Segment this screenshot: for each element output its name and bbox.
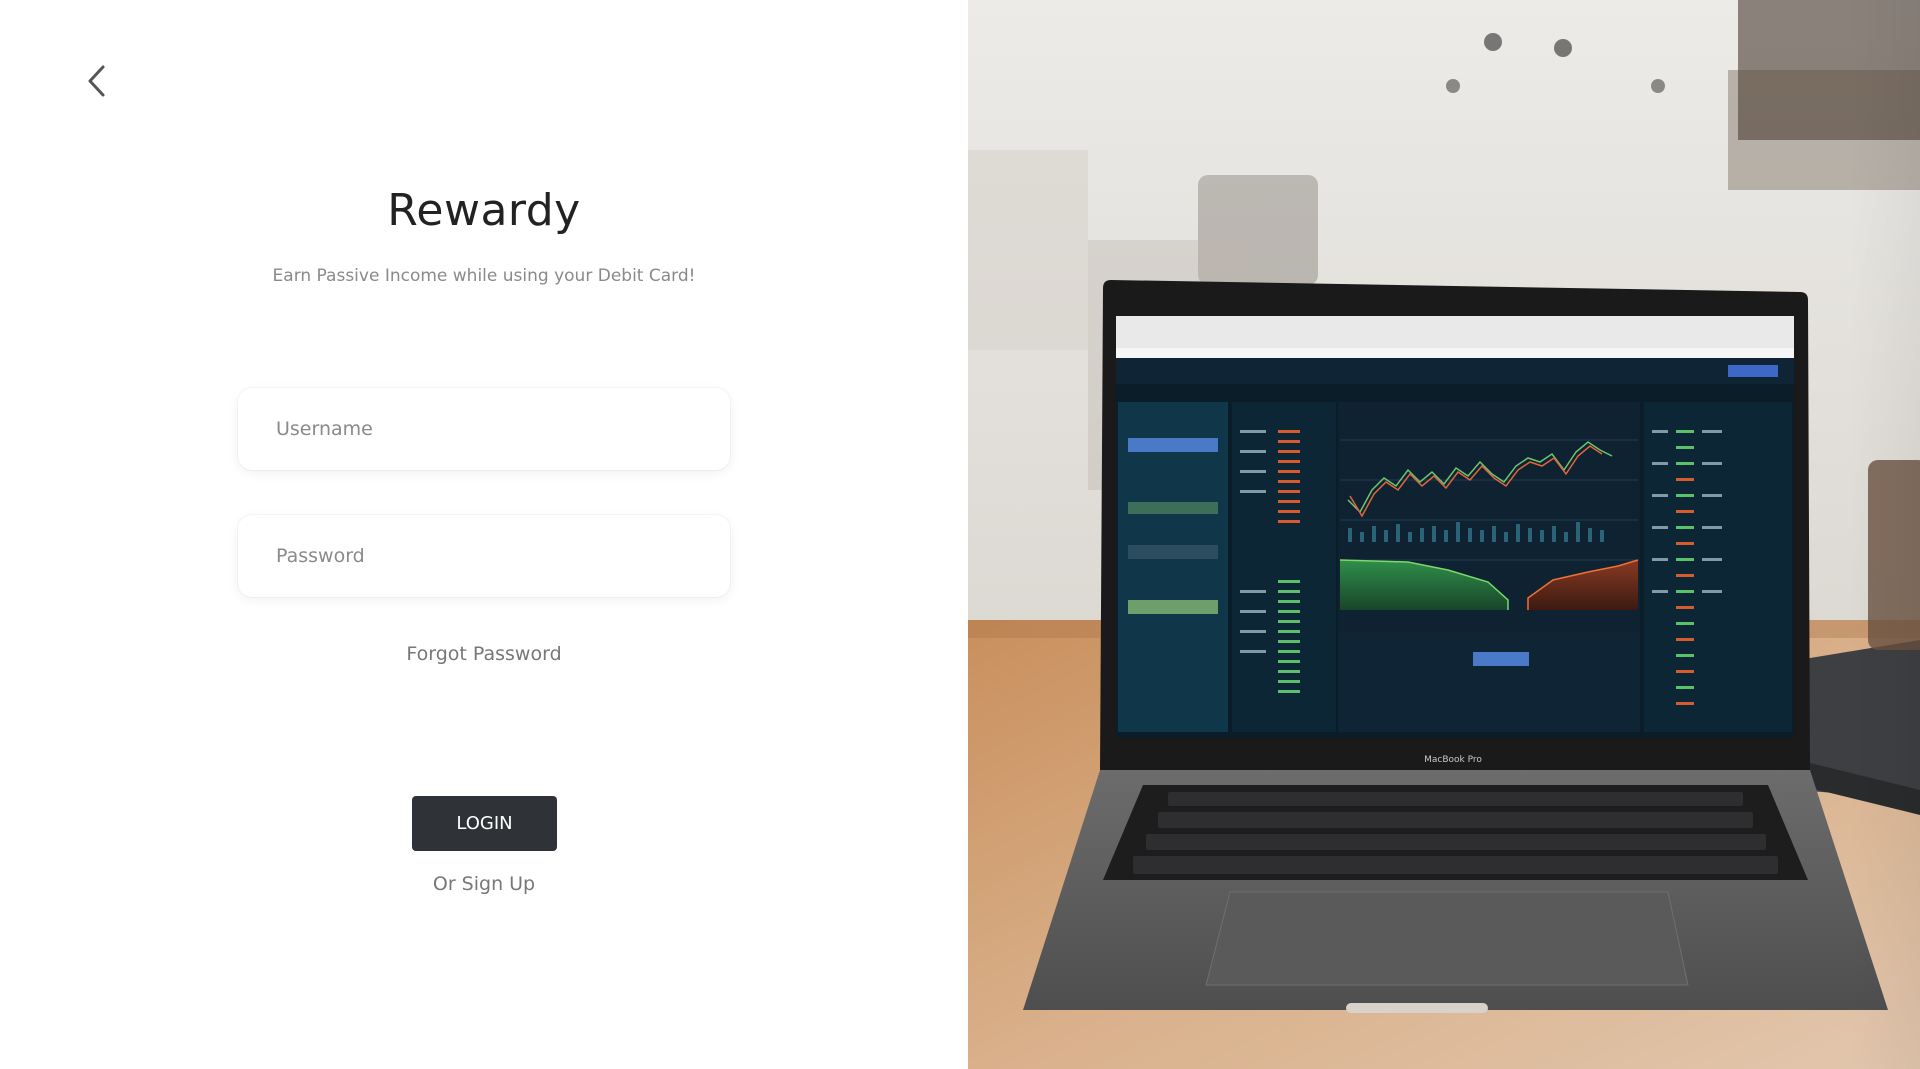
username-field-container bbox=[238, 388, 730, 470]
login-panel: Rewardy Earn Passive Income while using … bbox=[0, 0, 968, 1069]
hero-photo: MacBook Pro bbox=[968, 0, 1920, 1069]
password-input[interactable] bbox=[238, 515, 730, 597]
laptop-brand-label: MacBook Pro bbox=[1424, 755, 1482, 765]
username-input[interactable] bbox=[238, 388, 730, 470]
password-field-container bbox=[238, 515, 730, 597]
forgot-password-link[interactable]: Forgot Password bbox=[0, 643, 968, 665]
chevron-left-icon bbox=[88, 65, 105, 97]
login-button[interactable]: LOGIN bbox=[412, 796, 557, 851]
login-page: Rewardy Earn Passive Income while using … bbox=[0, 0, 1920, 1069]
brand-title: Rewardy bbox=[387, 185, 581, 236]
sign-up-link[interactable]: Or Sign Up bbox=[0, 873, 968, 895]
brand-tagline: Earn Passive Income while using your Deb… bbox=[272, 266, 696, 286]
back-button[interactable] bbox=[80, 62, 112, 100]
hero-image: MacBook Pro bbox=[968, 0, 1920, 1069]
